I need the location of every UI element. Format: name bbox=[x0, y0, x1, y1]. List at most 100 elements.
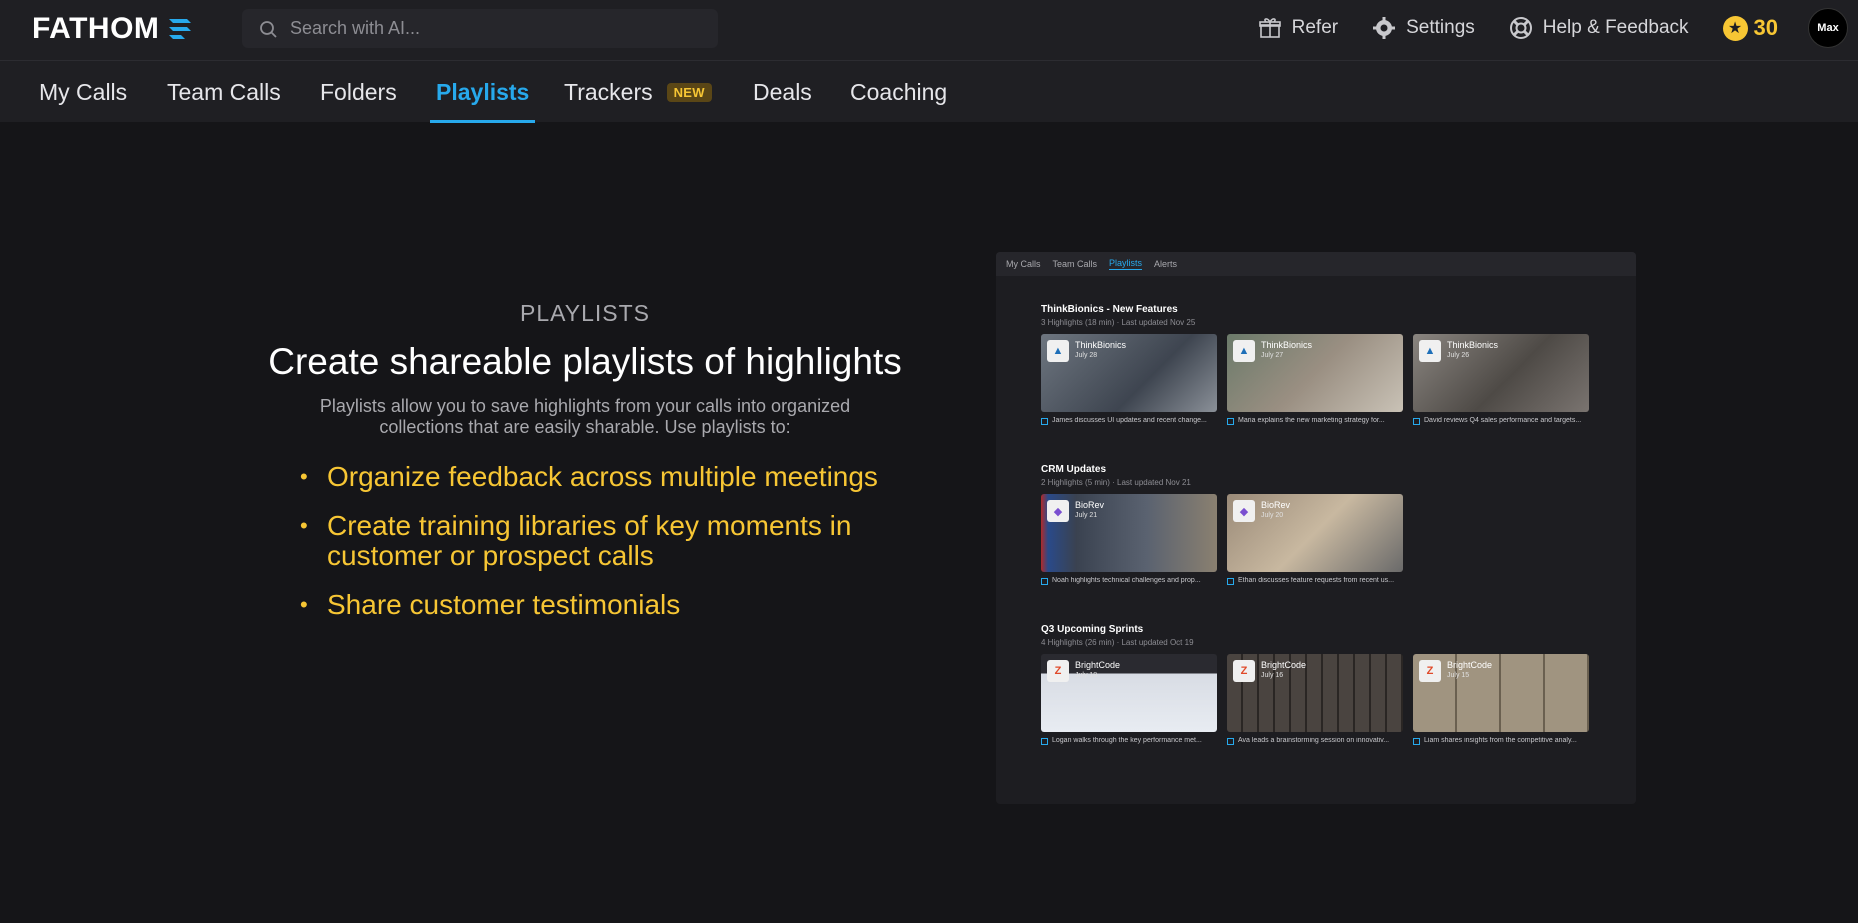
card-caption: David reviews Q4 sales performance and t… bbox=[1424, 417, 1582, 424]
list-item: • Organize feedback across multiple meeti… bbox=[300, 461, 878, 492]
playlist-meta: 4 Highlights (26 min) · Last updated Oct… bbox=[1041, 638, 1194, 647]
new-badge: NEW bbox=[666, 82, 712, 102]
card-caption: Ava leads a brainstorming session on inn… bbox=[1238, 737, 1390, 744]
playlist-title: Q3 Upcoming Sprints bbox=[1041, 624, 1144, 635]
playlists-preview-image: My Calls Team Calls Playlists Alerts Thi… bbox=[996, 252, 1636, 804]
card-date: July 18 bbox=[1075, 672, 1098, 679]
tab-playlists[interactable]: Playlists bbox=[429, 61, 536, 123]
search-input[interactable] bbox=[290, 18, 690, 39]
company-logo-icon: ▲ bbox=[1419, 340, 1441, 362]
card-date: July 20 bbox=[1261, 512, 1284, 519]
card-caption: Logan walks through the key performance … bbox=[1052, 737, 1202, 744]
preview-tab: Alerts bbox=[1154, 259, 1178, 269]
highlight-card: ▲ ThinkBionics July 26 David reviews Q4 … bbox=[1413, 334, 1589, 425]
settings-label: Settings bbox=[1406, 17, 1475, 38]
playlist-title: ThinkBionics - New Features bbox=[1041, 304, 1178, 315]
video-thumbnail: ◆ BioRev July 20 bbox=[1227, 494, 1403, 572]
top-actions: Refer Settings Help & Feedback ★ 30 Max bbox=[1258, 0, 1858, 56]
company-name: BrightCode bbox=[1075, 660, 1121, 670]
video-thumbnail: ◆ BioRev July 21 bbox=[1041, 494, 1217, 572]
video-thumbnail: Z BrightCode July 16 bbox=[1227, 654, 1403, 732]
video-thumbnail: ▲ ThinkBionics July 28 bbox=[1041, 334, 1217, 412]
bullet-text: Create training libraries of key moments… bbox=[327, 510, 852, 571]
playlist-title: CRM Updates bbox=[1041, 464, 1107, 475]
app-name: FATHOM bbox=[32, 12, 160, 45]
refer-button[interactable]: Refer bbox=[1258, 16, 1338, 40]
company-logo-icon: ▲ bbox=[1047, 340, 1069, 362]
company-logo-icon: ▲ bbox=[1233, 340, 1255, 362]
playlist-meta: 3 Highlights (18 min) · Last updated Nov… bbox=[1041, 318, 1196, 327]
highlight-card: Z BrightCode July 15 Liam shares insight… bbox=[1413, 654, 1589, 745]
bullet-text: Share customer testimonials bbox=[327, 589, 681, 620]
coins-counter[interactable]: ★ 30 bbox=[1722, 15, 1778, 41]
company-logo-icon: Z bbox=[1233, 660, 1255, 682]
highlight-card: ▲ ThinkBionics July 27 Maria explains th… bbox=[1227, 334, 1403, 425]
tab-label: My Calls bbox=[39, 78, 128, 105]
page-title: Create shareable playlists of highlights bbox=[268, 341, 902, 382]
clip-icon bbox=[1041, 738, 1048, 745]
tab-folders[interactable]: Folders bbox=[320, 61, 397, 123]
tab-label: Team Calls bbox=[167, 78, 281, 105]
video-thumbnail: Z BrightCode July 15 bbox=[1413, 654, 1589, 732]
list-item: • Create training libraries of key moment… bbox=[300, 511, 940, 571]
tab-deals[interactable]: Deals bbox=[753, 61, 812, 123]
star-coin-icon: ★ bbox=[1722, 15, 1748, 41]
benefits-list: • Organize feedback across multiple meeti… bbox=[230, 462, 940, 620]
card-date: July 28 bbox=[1075, 352, 1098, 359]
tab-coaching[interactable]: Coaching bbox=[850, 61, 947, 123]
playlist-meta: 2 Highlights (5 min) · Last updated Nov … bbox=[1041, 478, 1191, 487]
search-icon bbox=[260, 20, 277, 38]
playlists-intro: PLAYLISTS Create shareable playlists of … bbox=[230, 300, 940, 639]
clip-icon bbox=[1413, 738, 1420, 745]
description: Playlists allow you to save highlights f… bbox=[319, 396, 851, 437]
card-caption: Liam shares insights from the competitiv… bbox=[1424, 737, 1577, 744]
gift-icon bbox=[1258, 18, 1281, 38]
help-feedback-label: Help & Feedback bbox=[1542, 17, 1689, 38]
list-item: • Share customer testimonials bbox=[300, 589, 681, 620]
tab-team-calls[interactable]: Team Calls bbox=[167, 61, 281, 123]
main-nav: My Calls Team Calls Folders Playlists Tr… bbox=[0, 60, 1858, 123]
highlight-card: ◆ BioRev July 21 Noah highlights technic… bbox=[1041, 494, 1217, 585]
tab-my-calls[interactable]: My Calls bbox=[39, 61, 127, 123]
fathom-logo[interactable]: FATHOM bbox=[32, 12, 193, 46]
company-logo-icon: Z bbox=[1047, 660, 1069, 682]
search-bar[interactable] bbox=[242, 9, 718, 48]
preview-playlist: ThinkBionics - New Features 3 Highlights… bbox=[1041, 304, 1589, 425]
settings-button[interactable]: Settings bbox=[1372, 16, 1475, 40]
preview-tab: My Calls bbox=[1006, 259, 1041, 269]
company-name: ThinkBionics bbox=[1447, 340, 1499, 350]
tab-trackers[interactable]: Trackers NEW bbox=[564, 61, 712, 123]
clip-icon bbox=[1041, 578, 1048, 585]
company-name: BioRev bbox=[1261, 500, 1291, 510]
highlight-card: Z BrightCode July 16 Ava leads a brainst… bbox=[1227, 654, 1403, 745]
card-date: July 26 bbox=[1447, 352, 1470, 359]
top-bar: FATHOM Refer bbox=[0, 0, 1858, 60]
clip-icon bbox=[1227, 738, 1234, 745]
company-name: ThinkBionics bbox=[1075, 340, 1127, 350]
card-caption: Maria explains the new marketing strateg… bbox=[1238, 417, 1385, 424]
company-logo-icon: ◆ bbox=[1047, 500, 1069, 522]
preview-tab: Team Calls bbox=[1052, 259, 1098, 269]
card-date: July 15 bbox=[1447, 672, 1470, 679]
clip-icon bbox=[1413, 418, 1420, 425]
tab-label: Trackers bbox=[564, 78, 653, 105]
card-caption: Ethan discusses feature requests from re… bbox=[1238, 577, 1395, 584]
highlight-card: Z BrightCode July 18 Logan walks through… bbox=[1041, 654, 1217, 745]
video-thumbnail: ▲ ThinkBionics July 27 bbox=[1227, 334, 1403, 412]
tab-label: Folders bbox=[320, 78, 397, 105]
company-logo-icon: ◆ bbox=[1233, 500, 1255, 522]
highlight-card: ◆ BioRev July 20 Ethan discusses feature… bbox=[1227, 494, 1403, 585]
help-feedback-button[interactable]: Help & Feedback bbox=[1509, 16, 1689, 40]
refer-label: Refer bbox=[1291, 17, 1339, 38]
tab-label: Deals bbox=[753, 78, 812, 105]
card-date: July 27 bbox=[1261, 352, 1284, 359]
company-name: BrightCode bbox=[1261, 660, 1307, 670]
card-caption: Noah highlights technical challenges and… bbox=[1052, 577, 1201, 584]
company-name: ThinkBionics bbox=[1261, 340, 1313, 350]
clip-icon bbox=[1227, 418, 1234, 425]
clip-icon bbox=[1041, 418, 1048, 425]
lifebuoy-icon bbox=[1509, 17, 1532, 39]
highlight-card: ▲ ThinkBionics July 28 James discusses U… bbox=[1041, 334, 1217, 425]
coins-value: 30 bbox=[1753, 15, 1778, 40]
user-avatar[interactable]: Max bbox=[1808, 8, 1848, 48]
